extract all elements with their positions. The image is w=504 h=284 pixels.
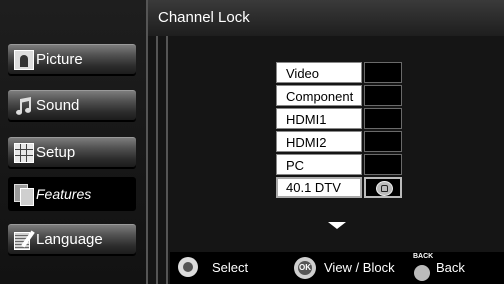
scroll-down-arrow-icon[interactable] [328,222,346,229]
sidebar-item-setup[interactable]: Setup [8,137,136,168]
page-title: Channel Lock [158,9,250,26]
lock-icon [376,181,393,196]
guide-back: BACK Back [170,252,504,284]
channel-row-pc[interactable]: PC [276,154,404,175]
channel-row-video[interactable]: Video [276,62,404,83]
channel-label: HDMI2 [276,131,362,152]
channel-label: Component [276,85,362,106]
channel-label: HDMI1 [276,108,362,129]
sound-icon [14,96,34,116]
setup-icon [14,143,34,163]
back-label: Back [436,260,465,275]
sidebar-item-features[interactable]: Features [8,177,136,211]
channel-row-40-1-dtv[interactable]: 40.1 DTV [276,177,404,198]
lock-toggle[interactable] [364,177,402,198]
lock-toggle[interactable] [364,108,402,129]
picture-icon [14,50,34,70]
sidebar-item-label: Sound [36,97,80,114]
back-caption: BACK [413,253,434,260]
sidebar-item-sound[interactable]: Sound [8,90,136,121]
divider [156,36,158,284]
lock-toggle[interactable] [364,85,402,106]
lock-toggle[interactable] [364,131,402,152]
sidebar-item-label: Language [36,231,103,248]
back-button-icon [414,265,430,281]
sidebar-item-picture[interactable]: Picture [8,44,136,75]
divider [166,36,168,284]
sidebar-item-label: Setup [36,144,76,161]
sidebar-item-language[interactable]: Language [8,224,136,255]
channel-row-hdmi2[interactable]: HDMI2 [276,131,404,152]
header-bar: Channel Lock [146,0,504,36]
channel-row-hdmi1[interactable]: HDMI1 [276,108,404,129]
sidebar-item-label: Picture [36,51,83,68]
channel-label: PC [276,154,362,175]
button-guide: Select OK View / Block BACK Back [170,252,504,284]
divider [146,36,148,284]
channel-label: Video [276,62,362,83]
language-icon [14,230,34,250]
lock-toggle[interactable] [364,154,402,175]
channel-lock-panel: Video Component HDMI1 HDMI2 PC 40.1 DTV [146,36,504,284]
sidebar-menu: Picture Sound Setup Features Language [0,0,146,284]
features-icon [14,184,34,206]
lock-toggle[interactable] [364,62,402,83]
channel-row-component[interactable]: Component [276,85,404,106]
channel-label: 40.1 DTV [276,177,362,198]
sidebar-item-label: Features [36,186,92,202]
